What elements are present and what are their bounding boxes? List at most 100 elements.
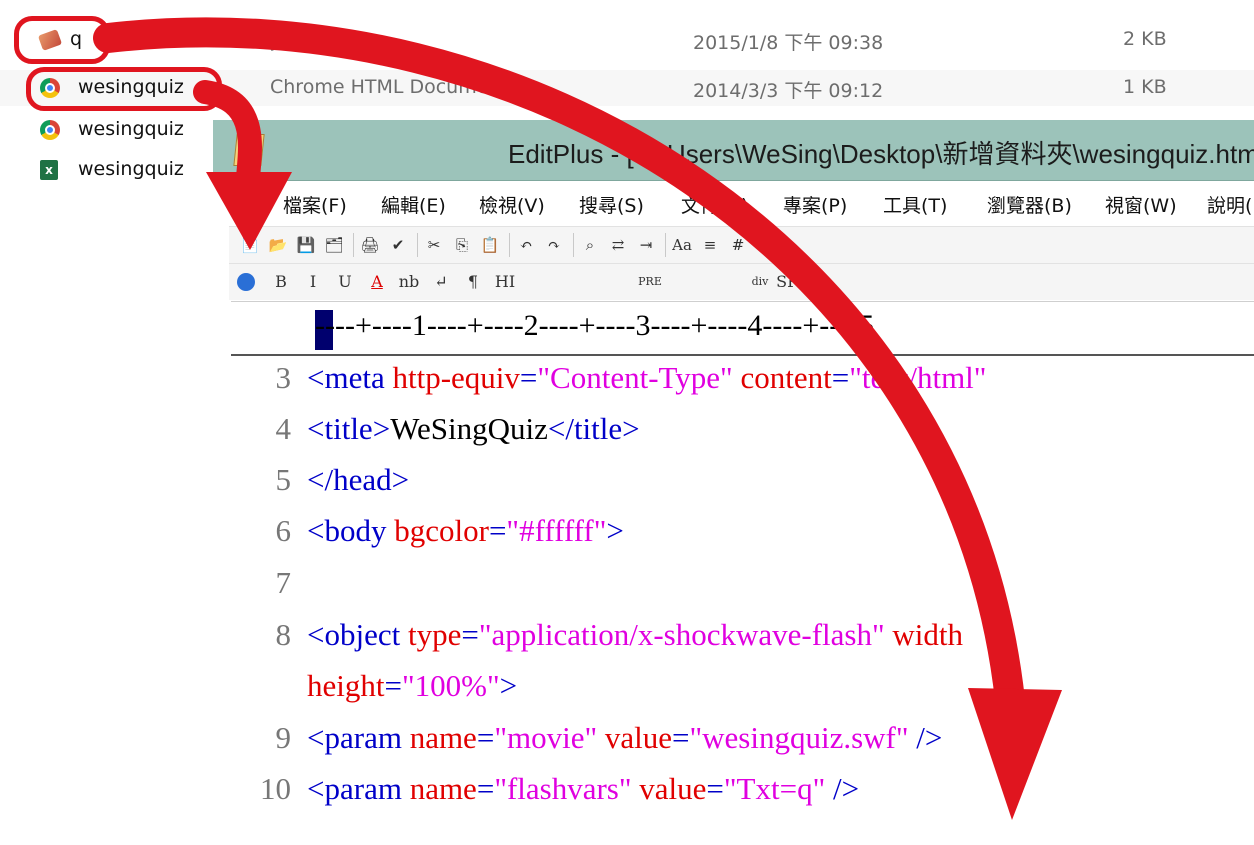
menu-item[interactable]: 編輯(E) [381,191,446,218]
code-token: value [604,720,672,755]
print-icon[interactable]: 🖨 [359,234,381,256]
code-token: </title> [547,411,640,446]
code-text: <title>WeSingQuiz</title> [307,411,640,447]
html-tool-button[interactable]: U [333,271,357,293]
code-token: "100%" [401,668,500,703]
code-token: WeSingQuiz [390,411,548,446]
code-token: "#ffffff" [506,513,607,548]
editplus-app-icon [233,134,265,166]
save-icon[interactable]: 💾 [295,234,317,256]
html-tool-button[interactable]: div [743,271,777,293]
code-token: "Content-Type" [537,360,733,395]
file-row[interactable]: q 文字檔案 2015/1/8 下午 09:38 2 KB [0,22,1254,58]
menu-item[interactable]: 專案(P) [783,191,847,218]
html-tool-button[interactable]: HI [493,271,517,293]
toolbar-separator [665,233,666,257]
html-tool-button[interactable]: I [301,271,325,293]
line-number: 10 [260,771,291,806]
check-icon[interactable]: ✓ [755,234,777,256]
replace-icon[interactable]: ⇄ [607,234,629,256]
toolbar-separator [509,233,510,257]
line-number: 4 [275,411,292,446]
code-token: <meta [307,360,393,395]
copy-icon[interactable]: ⎘ [451,234,473,256]
browser-preview-icon[interactable] [235,271,257,293]
file-size: 2 KB [1123,28,1167,50]
code-token: "movie" [494,720,598,755]
code-token: = [706,771,724,806]
highlight-circle-q [14,16,110,64]
menu-item[interactable]: 搜尋(S) [579,191,644,218]
code-token: = [672,720,690,755]
line-number: 8 [275,617,292,652]
html-tool-button[interactable]: nb [397,271,421,293]
code-token: = [488,513,507,548]
html-tool-button[interactable]: ¶ [461,271,485,293]
line-number: 7 [275,565,292,600]
code-text: <param name="movie" value="wesingquiz.sw… [307,720,942,756]
line-numbers-icon[interactable]: # [727,234,749,256]
file-type: 文字檔案 [270,32,347,54]
code-token: <title> [307,411,391,446]
find-icon[interactable]: ⌕ [579,234,601,256]
menu-item[interactable]: 瀏覽器(B) [987,191,1072,218]
code-token: value [639,771,707,806]
line-number: 3 [275,360,292,395]
menu-item[interactable]: 文件(D) [681,191,748,218]
redo-icon[interactable]: ↷ [543,234,565,256]
undo-icon[interactable]: ↶ [515,234,537,256]
code-text: height="100%"> [307,668,517,704]
code-token: http-equiv [392,360,520,395]
column-ruler: ----+----1----+----2----+----3----+----4… [231,301,1254,356]
paste-icon[interactable]: 📋 [479,234,501,256]
cut-icon[interactable]: ✂ [423,234,445,256]
code-token: /> [833,771,860,806]
code-token: "Txt=q" [723,771,826,806]
code-token: <body [307,513,395,548]
goto-icon[interactable]: ⇥ [635,234,657,256]
code-token: <param [307,720,410,755]
menu-item[interactable]: 視窗(W) [1105,191,1177,218]
font-icon[interactable]: Aa [671,234,693,256]
file-date: 2015/1/8 下午 09:38 [693,32,884,54]
file-date: 2014/3/3 下午 09:12 [693,80,884,102]
menu-item[interactable]: 檔案(F) [283,191,347,218]
word-wrap-icon[interactable]: ≡ [699,234,721,256]
code-token: <param [307,771,410,806]
code-token: "flashvars" [494,771,632,806]
save-all-icon[interactable]: 🗂 [323,234,345,256]
excel-icon: x [40,160,60,180]
menu-item[interactable]: 說明(H) [1207,191,1254,218]
html-tool-button[interactable]: B [269,271,293,293]
new-icon[interactable]: 📄 [239,234,261,256]
code-token: type [407,617,462,652]
code-token: = [476,720,495,755]
code-token: </head> [307,462,410,497]
code-text: <meta http-equiv="Content-Type" content=… [307,360,986,396]
menu-item[interactable]: 工具(T) [883,191,947,218]
open-icon[interactable]: 📂 [267,234,289,256]
html-tool-button[interactable]: ↵ [429,271,453,293]
html-tool-button[interactable]: PRE [633,271,667,293]
toolbar-separator [353,233,354,257]
editplus-window: EditPlus - [C:\Users\WeSing\Desktop\新增資料… [213,120,1254,845]
code-token: > [606,513,624,548]
chrome-icon [40,120,60,140]
code-text: </head> [307,462,409,498]
code-token: bgcolor [394,513,489,548]
menu-item[interactable]: 檢視(V) [479,191,545,218]
code-token: name [409,720,477,755]
spell-icon[interactable]: ✔ [387,234,409,256]
file-type: Chrome HTML Document [270,76,508,98]
standard-toolbar: 📄 📂 💾 🗂 🖨 ✔ ✂ ⎘ 📋 ↶ ↷ ⌕ ⇄ ⇥ Aa ≡ # ✓ [229,226,1254,263]
code-token: name [409,771,477,806]
code-token: "application/x-shockwave-flash" [478,617,885,652]
code-token: = [384,668,402,703]
html-tool-button[interactable]: SP [775,271,799,293]
code-editor[interactable]: 3 <meta http-equiv="Content-Type" content… [231,355,1254,845]
code-token: = [831,360,850,395]
title-bar[interactable]: EditPlus - [C:\Users\WeSing\Desktop\新增資料… [213,120,1254,181]
line-number: 9 [275,720,292,755]
html-tool-button[interactable]: A [365,271,389,293]
